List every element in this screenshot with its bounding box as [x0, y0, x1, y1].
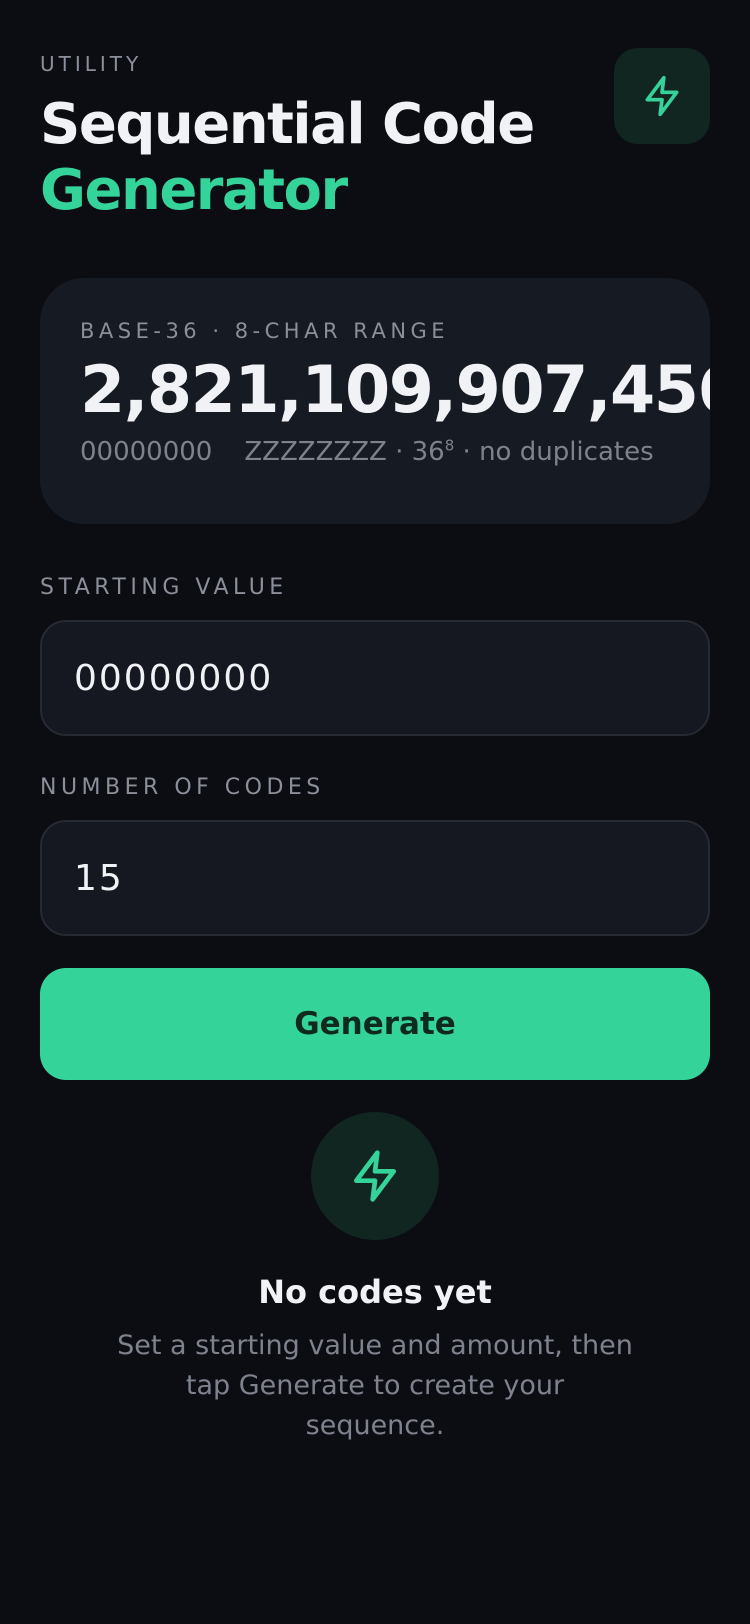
range-end: ZZZZZZZZ — [244, 437, 387, 467]
count-input[interactable] — [40, 820, 710, 936]
empty-state: No codes yet Set a starting value and am… — [40, 1112, 710, 1446]
page-title-line1: Sequential Code — [40, 92, 535, 157]
stat-label: BASE-36 · 8-CHAR RANGE — [80, 319, 450, 343]
generate-button[interactable]: Generate — [40, 968, 710, 1080]
page-title: Sequential Code Generator — [40, 92, 710, 224]
empty-state-icon-circle — [311, 1112, 439, 1240]
range-note: · no duplicates — [462, 437, 654, 467]
starting-value-input[interactable] — [40, 620, 710, 736]
lightning-bolt-icon — [354, 1150, 396, 1202]
range-base: 36 — [411, 437, 445, 467]
page-title-line2: Generator — [40, 158, 348, 223]
starting-value-label: STARTING VALUE — [40, 575, 288, 600]
count-label: NUMBER OF CODES — [40, 775, 325, 800]
stat-total-value: 2,821,109,907,456 — [80, 353, 710, 428]
eyebrow-label: UTILITY — [40, 52, 143, 76]
empty-state-title: No codes yet — [258, 1273, 492, 1311]
quick-action-button[interactable] — [614, 48, 710, 144]
range-start: 00000000 — [80, 437, 213, 467]
empty-state-description: Set a starting value and amount, then ta… — [117, 1330, 633, 1441]
lightning-bolt-icon — [645, 75, 679, 117]
range-exponent: 8 — [444, 436, 455, 455]
range-stat-card: BASE-36 · 8-CHAR RANGE 2,821,109,907,456… — [40, 278, 710, 524]
app-screen: UTILITY Sequential Code Generator BASE-3… — [0, 0, 750, 1624]
stat-range-info: 00000000 ZZZZZZZZ · 368 · no duplicates — [80, 436, 654, 467]
header: UTILITY Sequential Code Generator — [40, 0, 710, 224]
